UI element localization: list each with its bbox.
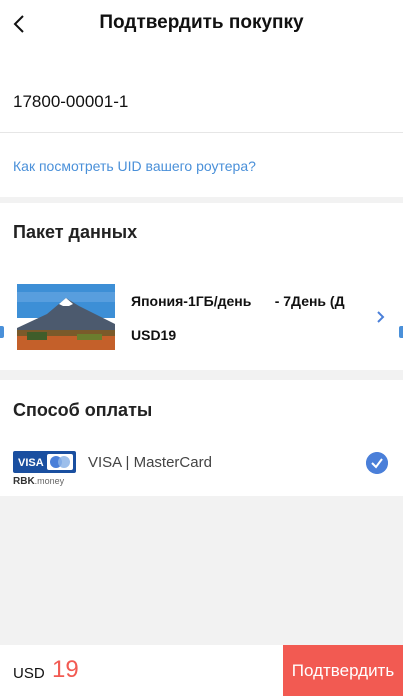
visa-mastercard-logo: VISA — [13, 451, 76, 473]
checkout-footer: USD 19 Подтвердить — [0, 645, 403, 696]
payment-method-row[interactable]: VISA RBK.money VISA | MasterCard — [0, 446, 403, 492]
check-icon[interactable] — [366, 452, 388, 474]
scroll-left-indicator[interactable] — [0, 326, 4, 338]
page-title: Подтвердить покупку — [99, 12, 304, 33]
payment-section-title: Способ оплаты — [13, 400, 153, 420]
total-amount: 19 — [52, 656, 79, 683]
uid-help-row: Как посмотреть UID вашего роутера? — [0, 133, 403, 197]
payment-section: Способ оплаты VISA RBK.money VISA | Mast… — [0, 380, 403, 496]
svg-text:VISA: VISA — [18, 457, 44, 469]
data-package-section: Пакет данных Япония-1ГБ/день - 7День (Д … — [0, 203, 403, 370]
uid-value[interactable]: 17800-00001-1 — [13, 92, 128, 112]
header-bar: Подтвердить покупку — [0, 0, 403, 48]
uid-field[interactable]: 17800-00001-1 — [0, 48, 403, 132]
mount-fuji-image — [17, 284, 115, 350]
chevron-right-icon[interactable] — [374, 309, 386, 325]
confirm-button[interactable]: Подтвердить — [283, 645, 403, 696]
payment-method-label: VISA | MasterCard — [88, 454, 212, 471]
package-section-title: Пакет данных — [13, 222, 138, 242]
package-price: USD19 — [131, 327, 177, 343]
scroll-right-indicator[interactable] — [399, 326, 403, 338]
total-currency: USD — [13, 665, 45, 682]
package-name: Япония-1ГБ/день - 7День (Д — [131, 293, 345, 309]
rbk-money-logo: RBK.money — [13, 476, 65, 487]
uid-help-link[interactable]: Как посмотреть UID вашего роутера? — [13, 158, 256, 174]
